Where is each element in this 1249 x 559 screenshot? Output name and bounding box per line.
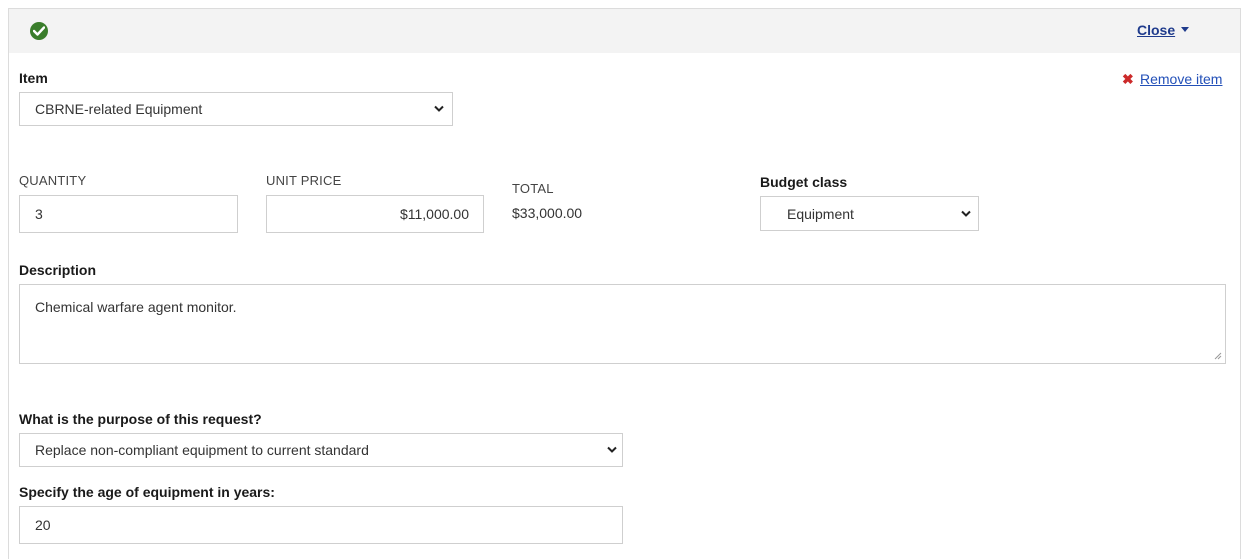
- age-value: 20: [35, 517, 51, 533]
- total-label: TOTAL: [512, 181, 554, 196]
- unit-price-label: UNIT PRICE: [266, 173, 342, 188]
- age-label: Specify the age of equipment in years:: [19, 484, 275, 500]
- purpose-value: Replace non-compliant equipment to curre…: [35, 442, 369, 458]
- caret-down-icon[interactable]: [1181, 27, 1189, 32]
- chevron-down-icon: [961, 210, 971, 217]
- description-value: Chemical warfare agent monitor.: [35, 299, 237, 315]
- remove-item-link[interactable]: Remove item: [1140, 71, 1222, 87]
- item-label: Item: [19, 70, 48, 86]
- quantity-value: 3: [35, 206, 43, 222]
- quantity-label: QUANTITY: [19, 173, 87, 188]
- chevron-down-icon: [607, 446, 617, 453]
- remove-x-icon[interactable]: ✖: [1122, 71, 1134, 88]
- description-label: Description: [19, 262, 97, 278]
- budget-class-select[interactable]: Equipment: [760, 196, 979, 231]
- close-panel-link[interactable]: Close: [1137, 22, 1175, 38]
- check-circle-icon: [30, 22, 48, 40]
- unit-price-value: $11,000.00: [399, 206, 469, 222]
- chevron-down-icon: [434, 105, 444, 112]
- purpose-label: What is the purpose of this request?: [19, 411, 262, 427]
- resize-grip-icon[interactable]: [1213, 351, 1222, 360]
- item-select-value: CBRNE-related Equipment: [35, 101, 203, 117]
- quantity-field[interactable]: 3: [19, 195, 238, 233]
- age-field[interactable]: 20: [19, 506, 623, 544]
- total-value: $33,000.00: [512, 205, 583, 221]
- budget-class-label: Budget class: [760, 174, 848, 190]
- budget-class-value: Equipment: [787, 205, 854, 222]
- description-textarea[interactable]: Chemical warfare agent monitor.: [19, 284, 1226, 364]
- item-panel-header: [9, 9, 1240, 53]
- unit-price-field[interactable]: $11,000.00: [266, 195, 484, 233]
- purpose-select[interactable]: Replace non-compliant equipment to curre…: [19, 433, 623, 467]
- item-select[interactable]: CBRNE-related Equipment: [19, 92, 453, 126]
